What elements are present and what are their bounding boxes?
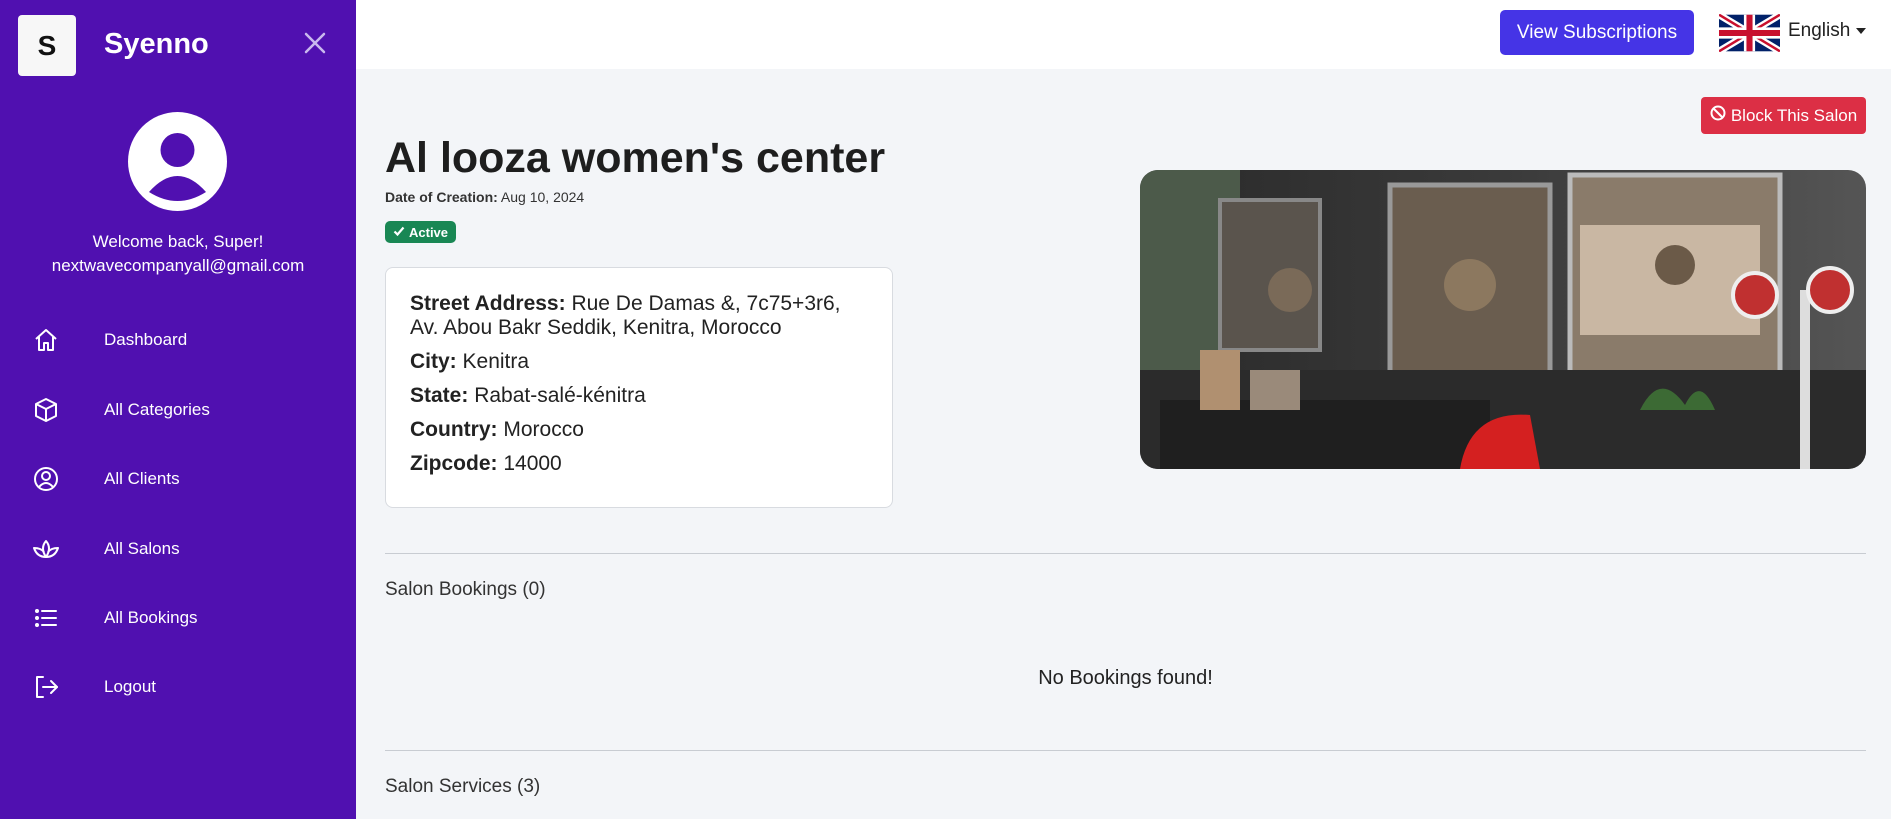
sidebar-item-label: All Clients xyxy=(104,469,180,488)
logo: S xyxy=(18,15,76,76)
sidebar-item-categories[interactable]: All Categories xyxy=(0,382,356,438)
street-address-row: Street Address: Rue De Damas &, 7c75+3r6… xyxy=(410,292,868,340)
bookings-section-title: Salon Bookings (0) xyxy=(385,579,546,600)
state-row: State: Rabat-salé-kénitra xyxy=(410,384,868,408)
logout-icon xyxy=(30,671,62,703)
ban-icon xyxy=(1710,105,1726,126)
sidebar: S Syenno Welcome back, Super! nextwaveco… xyxy=(0,0,356,819)
zip-value: 14000 xyxy=(503,452,562,475)
country-value: Morocco xyxy=(503,418,584,441)
creation-date-row: Date of Creation: Aug 10, 2024 xyxy=(385,189,584,205)
sidebar-item-label: Logout xyxy=(104,677,156,696)
sidebar-item-dashboard[interactable]: Dashboard xyxy=(0,312,356,368)
creation-date: Aug 10, 2024 xyxy=(500,189,585,205)
home-icon xyxy=(30,324,62,356)
zip-label: Zipcode: xyxy=(410,452,498,475)
creation-label: Date of Creation: xyxy=(385,189,498,205)
sidebar-item-label: All Bookings xyxy=(104,608,198,627)
block-salon-button[interactable]: Block This Salon xyxy=(1701,97,1866,134)
state-label: State: xyxy=(410,384,469,407)
address-card: Street Address: Rue De Damas &, 7c75+3r6… xyxy=(385,267,893,508)
no-bookings-message: No Bookings found! xyxy=(1038,667,1213,689)
street-label: Street Address: xyxy=(410,292,566,315)
sidebar-item-salons[interactable]: All Salons xyxy=(0,521,356,577)
divider xyxy=(385,750,1866,751)
city-label: City: xyxy=(410,350,457,373)
lotus-icon xyxy=(30,533,62,565)
state-value: Rabat-salé-kénitra xyxy=(474,384,646,407)
city-row: City: Kenitra xyxy=(410,350,868,374)
street-value-line2: Av. Abou Bakr Seddik, Kenitra, Morocco xyxy=(410,316,782,339)
city-value: Kenitra xyxy=(462,350,530,373)
divider xyxy=(385,553,1866,554)
sidebar-item-bookings[interactable]: All Bookings xyxy=(0,590,356,646)
status-label: Active xyxy=(409,224,449,240)
sidebar-item-label: All Salons xyxy=(104,539,180,558)
uk-flag-icon xyxy=(1717,11,1782,55)
sidebar-item-label: All Categories xyxy=(104,400,210,419)
user-circle-icon xyxy=(30,463,62,495)
status-badge: Active xyxy=(385,221,457,243)
welcome-text: Welcome back, Super! xyxy=(92,232,264,251)
language-dropdown[interactable]: English xyxy=(1788,20,1867,42)
services-section-title: Salon Services (3) xyxy=(385,776,541,797)
salon-name: Al looza women's center xyxy=(385,134,886,182)
block-salon-label: Block This Salon xyxy=(1730,105,1858,125)
check-icon xyxy=(393,225,405,240)
view-subscriptions-button[interactable]: View Subscriptions xyxy=(1500,10,1694,55)
country-label: Country: xyxy=(410,418,498,441)
chevron-down-icon xyxy=(1856,28,1867,34)
list-icon xyxy=(30,602,62,634)
salon-photo xyxy=(1140,170,1866,469)
zipcode-row: Zipcode: 14000 xyxy=(410,452,868,476)
sidebar-item-clients[interactable]: All Clients xyxy=(0,451,356,507)
sidebar-item-label: Dashboard xyxy=(104,330,188,349)
avatar xyxy=(128,112,227,211)
street-value: Rue De Damas &, 7c75+3r6, xyxy=(571,292,841,315)
language-label: English xyxy=(1788,20,1851,41)
user-email: nextwavecompanyall@gmail.com xyxy=(51,256,305,275)
country-row: Country: Morocco xyxy=(410,418,868,442)
brand-name: Syenno xyxy=(104,28,209,60)
sidebar-item-logout[interactable]: Logout xyxy=(0,659,356,715)
close-icon[interactable] xyxy=(300,28,330,58)
box-icon xyxy=(30,394,62,426)
